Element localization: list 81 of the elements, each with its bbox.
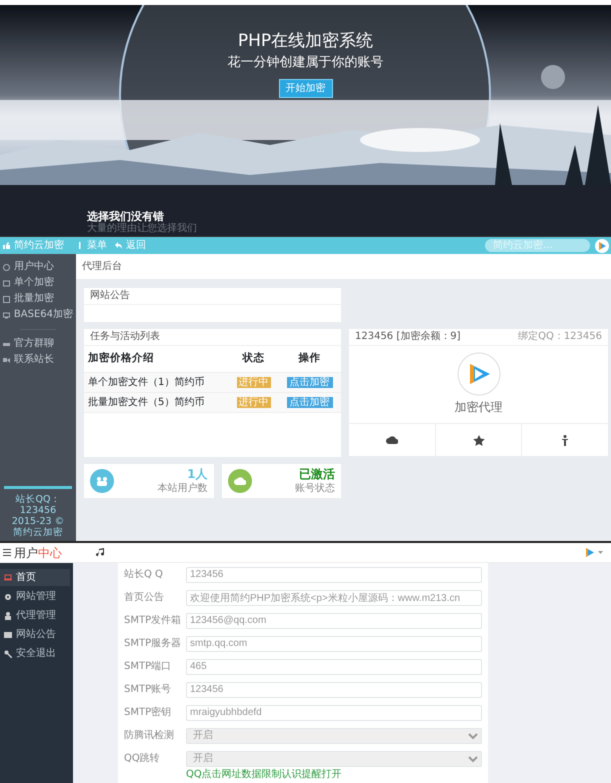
field-label: 首页公告: [124, 590, 165, 605]
field-label: SMTP服务器: [124, 637, 182, 651]
brand-name: 用户: [14, 544, 38, 562]
table-cell: 批量加密文件（5）简约币: [84, 392, 230, 412]
sidebar-item[interactable]: 安全退出: [0, 645, 70, 662]
encrypt-button[interactable]: 点击加密: [286, 376, 332, 388]
status-badge: 进行中: [236, 376, 271, 388]
search-field[interactable]: 简约云加密...: [485, 239, 590, 252]
input-field[interactable]: 123456: [186, 682, 482, 698]
sidebar-item[interactable]: 官方群聊: [0, 336, 76, 352]
music-icon[interactable]: [96, 548, 105, 557]
field-label: SMTP发件箱: [124, 614, 182, 628]
monitor-icon: [3, 312, 10, 318]
file-icon: [3, 280, 10, 286]
copyright-text: 2015-23 © 简约云加密: [10, 516, 66, 538]
field-label: QQ跳转: [124, 752, 161, 766]
stat-value: 已激活: [298, 466, 335, 480]
account-text: 123456 [加密余额：9]: [355, 330, 461, 344]
sidebar-item[interactable]: 代理管理: [0, 607, 70, 624]
user-icon: [4, 612, 12, 620]
brand-accent: 中心: [38, 544, 62, 562]
hero-subtitle: 花一分钟创建属于你的账号: [226, 55, 384, 71]
input-field[interactable]: 465: [186, 658, 482, 674]
input-field[interactable]: 欢迎使用简约PHP加密系统<p>米粒小屋源码：www.m213.cn: [186, 590, 482, 606]
table-cell: 单个加密文件（1）简约币: [84, 372, 230, 392]
start-button[interactable]: 开始加密: [278, 78, 332, 98]
laptop-icon: [4, 574, 12, 582]
cloud-icon[interactable]: [386, 434, 398, 446]
sidebar-item[interactable]: 首页: [0, 569, 70, 586]
avatar-icon[interactable]: [584, 547, 595, 558]
brand-name: 简约云加密: [14, 238, 64, 253]
field-label: 防腾讯检测: [124, 728, 175, 743]
help-text: QQ点击网址数据限制认识提醒打开: [186, 770, 343, 780]
status-badge: 进行中: [236, 396, 271, 408]
sidebar-item[interactable]: 网站公告: [0, 626, 70, 643]
menu-button[interactable]: 菜单: [76, 238, 107, 253]
input-field[interactable]: mraigyubhbdefd: [186, 704, 482, 720]
field-label: SMTP密钥: [124, 706, 172, 720]
avatar-icon: [595, 238, 609, 252]
footer-qq: 站长QQ：123456: [14, 494, 62, 516]
select-field[interactable]: 开启: [186, 750, 482, 766]
sidebar-item[interactable]: 批量加密: [0, 291, 76, 307]
input-field[interactable]: 123456@qq.com: [186, 612, 482, 628]
page-title: 代理后台: [76, 254, 611, 279]
stat-label: 本站用户数: [158, 482, 208, 496]
card-title: 任务与活动列表: [84, 329, 341, 346]
sidebar-item[interactable]: 网站管理: [0, 588, 70, 605]
back-button[interactable]: 返回: [115, 238, 146, 253]
stat-label: 账号状态: [295, 482, 335, 496]
hero-title: PHP在线加密系统: [236, 31, 374, 52]
column-header: 加密价格介绍: [84, 346, 230, 372]
encrypt-button[interactable]: 点击加密: [286, 396, 332, 408]
input-field[interactable]: 123456: [186, 566, 482, 582]
sidebar-item[interactable]: 联系站长: [0, 352, 76, 368]
gear-icon: [4, 592, 12, 600]
card-title: 网站公告: [84, 288, 341, 305]
play-logo-icon: [456, 352, 500, 396]
intro-heading: 选择我们没有错: [87, 211, 164, 223]
star-icon[interactable]: [472, 434, 484, 446]
stat-value: 1人: [186, 466, 208, 480]
field-label: SMTP端口: [124, 660, 172, 674]
caret-icon[interactable]: [598, 550, 603, 554]
brand-link[interactable]: 简约云加密: [13, 527, 63, 538]
role-text: 加密代理: [454, 399, 502, 416]
intro-text: 大量的理由让您选择我们: [87, 223, 198, 234]
field-label: SMTP账号: [124, 682, 172, 697]
square-icon: [3, 296, 10, 302]
thumbs-up-icon: [3, 242, 10, 249]
key-icon: [4, 650, 12, 658]
sidebar-item[interactable]: BASE64加密: [0, 307, 76, 323]
back-arrow-icon: [115, 242, 122, 249]
column-header: 操作: [278, 346, 341, 372]
sidebar-item[interactable]: 单个加密: [0, 275, 76, 291]
sidebar-item[interactable]: 用户中心: [0, 259, 76, 275]
bound-qq-text: 绑定QQ：123456: [518, 330, 602, 344]
input-field[interactable]: smtp.qq.com: [186, 636, 482, 652]
field-label: 站长Q Q: [124, 568, 164, 582]
user-icon: [3, 264, 10, 270]
select-field[interactable]: 开启: [186, 728, 482, 744]
column-header: 状态: [229, 346, 278, 372]
list-icon: [4, 630, 12, 638]
